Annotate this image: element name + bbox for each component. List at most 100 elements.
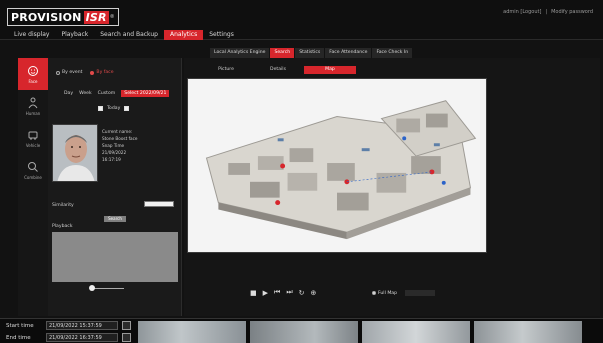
tab-search[interactable]: Search [270, 48, 295, 58]
zoom-icon[interactable]: ⊕ [311, 289, 317, 297]
side-nav-face[interactable]: Face [18, 58, 48, 90]
start-time-label: Start time [6, 322, 34, 329]
start-time-row: Start time 21/09/2022 15:37:59 [6, 321, 131, 330]
search-options-panel: By event By face Day Week Custom Select … [48, 58, 182, 316]
tab-picture[interactable]: Picture [200, 66, 252, 74]
results-panel: Picture Details Map ■ ▶ ⏮ ⏭ ↻ ⊕ Full Map [184, 58, 600, 316]
camera-marker[interactable] [402, 136, 407, 141]
side-nav: Face Human Vehicle Combine [18, 58, 48, 316]
thumbnail-strip [138, 321, 582, 343]
tab-face-check-in[interactable]: Face Check In [372, 48, 413, 58]
full-map-toggle[interactable]: Full Map [372, 290, 436, 296]
today-checkbox[interactable] [124, 106, 130, 111]
playback-controls: ■ ▶ ⏮ ⏭ ↻ ⊕ [250, 288, 316, 297]
tab-face-attendance[interactable]: Face Attendance [325, 48, 372, 58]
floor-map[interactable] [187, 78, 487, 253]
radio-by-event[interactable] [56, 70, 60, 75]
play-icon[interactable]: ▶ [263, 289, 268, 297]
search-button[interactable]: Search [104, 216, 126, 222]
period-day[interactable]: Day [64, 91, 73, 96]
period-custom[interactable]: Custom [98, 91, 116, 96]
menu-search-backup[interactable]: Search and Backup [94, 30, 164, 40]
calendar-icon[interactable] [122, 333, 131, 342]
main-menu: Live display Playback Search and Backup … [8, 30, 240, 40]
today-row: Today [98, 106, 130, 111]
tab-statistics[interactable]: Statistics [295, 48, 325, 58]
side-nav-combine-label: Combine [24, 174, 42, 180]
menu-analytics[interactable]: Analytics [163, 30, 204, 40]
thumbnail[interactable] [474, 321, 582, 343]
logo-suffix-text: ISR [83, 10, 109, 24]
side-nav-face-label: Face [28, 78, 38, 84]
face-snapshot[interactable] [52, 124, 98, 182]
playback-label: Playback [52, 224, 73, 229]
menu-playback[interactable]: Playback [55, 30, 94, 40]
current-name-value: Stone Boost face [102, 136, 138, 141]
start-time-input[interactable]: 21/09/2022 15:37:59 [46, 321, 118, 330]
similarity-label: Similarity [52, 203, 74, 208]
menu-live-display[interactable]: Live display [8, 30, 55, 40]
snap-date-value: 21/09/2022 [102, 150, 127, 155]
menu-settings[interactable]: Settings [203, 30, 240, 40]
period-row: Day Week Custom Select 2022/09/21 [64, 90, 170, 97]
side-nav-vehicle-label: Vehicle [25, 142, 41, 148]
side-nav-vehicle[interactable]: Vehicle [18, 122, 48, 154]
top-bar: PROVISION ISR ® admin [Logout] | Modify … [0, 0, 603, 40]
floor-plan-3d [188, 79, 486, 252]
today-label: Today [107, 106, 121, 111]
left-checkbox[interactable] [98, 106, 103, 111]
snap-time-value: 16:17:19 [102, 157, 121, 162]
playback-preview[interactable] [52, 232, 178, 282]
full-map-bar [405, 290, 436, 296]
mode-by-face[interactable]: By face [90, 70, 114, 75]
calendar-icon[interactable] [122, 321, 131, 330]
camera-marker[interactable] [441, 180, 446, 185]
human-icon [28, 97, 38, 108]
tab-local-analytics-engine[interactable]: Local Analytics Engine [210, 48, 270, 58]
refresh-icon[interactable]: ↻ [299, 289, 305, 297]
face-icon [28, 65, 38, 76]
brand-logo: PROVISION ISR ® [7, 8, 119, 26]
logout-link[interactable]: admin [Logout] [503, 9, 541, 15]
similarity-input[interactable] [144, 201, 174, 207]
app-window: PROVISION ISR ® admin [Logout] | Modify … [0, 0, 603, 343]
snap-time-label: Snap Time [102, 143, 125, 148]
playback-slider[interactable] [89, 285, 124, 291]
side-nav-combine[interactable]: Combine [18, 154, 48, 186]
user-links: admin [Logout] | Modify password [503, 9, 593, 15]
vehicle-icon [28, 131, 38, 140]
previous-icon[interactable]: ⏮ [274, 288, 280, 297]
end-time-row: End time 21/09/2022 16:37:59 [6, 333, 131, 342]
logo-main-text: PROVISION [11, 10, 82, 24]
analytics-subtabs: Local Analytics Engine Search Statistics… [210, 48, 413, 58]
bottom-time-bar: Start time 21/09/2022 15:37:59 End time … [0, 318, 603, 343]
thumbnail[interactable] [138, 321, 246, 343]
thumbnail[interactable] [250, 321, 358, 343]
thumbnail[interactable] [362, 321, 470, 343]
stop-icon[interactable]: ■ [250, 289, 257, 297]
face-info: Current name: Stone Boost face Snap Time… [102, 128, 138, 163]
similarity-row: Similarity [52, 203, 74, 208]
search-mode-row: By event By face [56, 70, 114, 75]
playback-slider-handle[interactable] [89, 285, 95, 291]
tab-map[interactable]: Map [304, 66, 356, 74]
period-week[interactable]: Week [79, 91, 92, 96]
tab-details[interactable]: Details [252, 66, 304, 74]
current-name-label: Current name: [102, 129, 133, 134]
full-map-label: Full Map [378, 290, 398, 296]
camera-marker[interactable] [280, 163, 286, 169]
mode-by-face-label: By face [96, 70, 114, 75]
side-nav-human[interactable]: Human [18, 90, 48, 122]
combine-icon [28, 161, 38, 172]
radio-by-face[interactable] [90, 70, 95, 75]
full-map-radio[interactable] [372, 291, 376, 295]
end-time-input[interactable]: 21/09/2022 16:37:59 [46, 333, 118, 342]
side-nav-human-label: Human [25, 110, 41, 116]
mode-by-event-label: By event [62, 70, 83, 75]
modify-password-link[interactable]: Modify password [551, 9, 593, 15]
next-icon[interactable]: ⏭ [286, 288, 292, 297]
selected-date-button[interactable]: Select 2022/09/21 [121, 90, 170, 97]
mode-by-event[interactable]: By event [56, 70, 82, 75]
link-divider: | [545, 9, 548, 15]
camera-marker[interactable] [275, 200, 281, 206]
